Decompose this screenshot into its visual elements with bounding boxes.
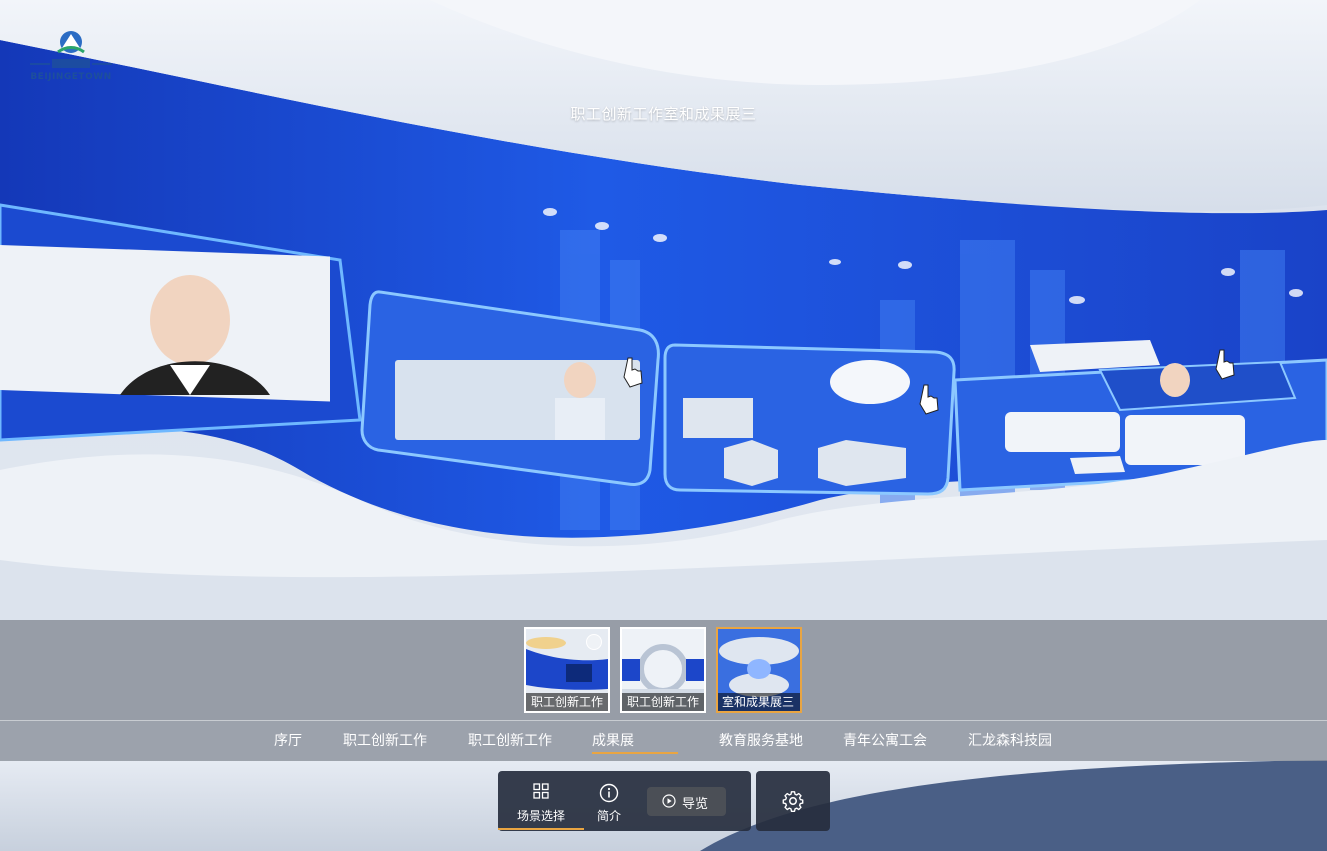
beijing-etown-logo: BEIJINGETOWN [28,28,114,86]
scene-select-active-indicator [498,828,584,830]
info-icon [599,783,619,803]
tour-label: 导览 [682,797,709,812]
scene-thumbnail-2[interactable]: 职工创新工作 [620,627,706,713]
check-icon [586,634,602,650]
tour-button[interactable]: 导览 [647,787,726,816]
tab-education-base[interactable]: 教育服务基地 [719,721,803,762]
logo-text: BEIJINGETOWN [30,72,112,82]
play-circle-icon [662,794,676,808]
grid-icon [533,783,549,799]
thumbnail-label: 职工创新工作 [526,693,608,711]
tab-achievements[interactable]: 成果展 [592,721,634,762]
scene-select-button[interactable]: 场景选择 [498,771,584,831]
tab-innovation-studio-2[interactable]: 职工创新工作 [468,721,552,762]
intro-label: 简介 [596,809,621,823]
tab-youth-apartment-union[interactable]: 青年公寓工会 [843,721,927,762]
logo-mark-icon [30,31,112,68]
scene-thumbnail-1[interactable]: 职工创新工作 [524,627,610,713]
tab-lobby[interactable]: 序厅 [274,721,302,762]
tab-innovation-studio-1[interactable]: 职工创新工作 [343,721,427,762]
thumbnail-label: 室和成果展三 [718,693,800,711]
active-tab-indicator [592,752,678,754]
scene-thumbnail-3[interactable]: 室和成果展三 [716,627,802,713]
scene-title: 职工创新工作室和成果展三 [570,105,757,123]
intro-button[interactable]: 简介 [584,771,634,831]
thumbnail-label: 职工创新工作 [622,693,704,711]
scene-select-label: 场景选择 [516,809,565,823]
scene-thumbnail-strip: 职工创新工作 职工创新工作 室和成果展三 [0,620,1327,720]
tab-huilongsen-park[interactable]: 汇龙森科技园 [968,721,1052,762]
settings-button[interactable] [756,771,830,831]
bottom-toolbar: 场景选择 简介 导览 [498,771,751,831]
gear-icon [782,791,804,812]
category-tab-bar: 序厅 职工创新工作 职工创新工作 成果展 教育服务基地 青年公寓工会 汇龙森科技… [0,720,1327,761]
